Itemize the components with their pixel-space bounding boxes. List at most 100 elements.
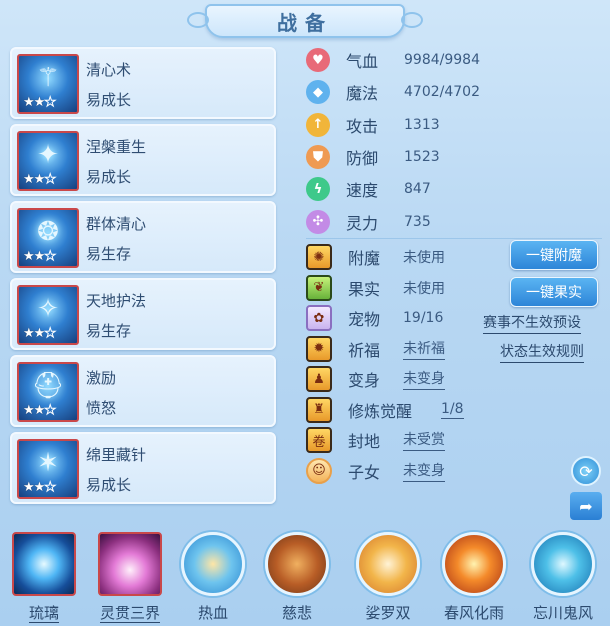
bottom-slot-label: 琉璃 [28,604,59,623]
skill-type: 易成长 [86,168,132,186]
skill-row[interactable]: ⚚ ★★★ 清心术 易成长 [10,47,276,119]
skill-name: 天地护法 [86,292,147,310]
attribute-label: 封地 [348,432,381,452]
attribute-row[interactable]: ☺ 子女 未变身 [306,456,606,487]
attribute-label: 修炼觉醒 [348,401,413,421]
heart-icon: ♥ [306,48,330,73]
stat-label: 防御 [346,149,379,169]
skill-type: 愤怒 [86,399,117,417]
phoenix-icon: ✦ ★★★ [17,131,79,191]
star-icon: ★ [33,326,46,341]
skill-type: 易生存 [86,322,132,340]
bridge-icon [265,532,329,596]
aura-icon: ❂ ★★★ [17,208,79,268]
lightning-icon: ϟ [306,177,330,202]
attribute-label: 宠物 [348,310,381,330]
skill-stars: ★★★ [23,326,57,342]
attribute-row[interactable]: ♜ 修炼觉醒 1/8 [306,395,606,426]
star-icon: ★ [23,403,35,418]
status-rules-link[interactable]: 状态生效规则 [500,341,584,363]
tournament-preset-link[interactable]: 赛事不生效预设 [483,312,581,334]
stat-value: 1523 [404,149,440,166]
attribute-row[interactable]: 卷 封地 未受赏 [306,425,606,456]
stat-value: 4702/4702 [404,84,480,101]
star-icon: ★ [44,172,57,188]
pagoda-icon [98,532,162,596]
skill-name: 清心术 [86,61,132,79]
share-icon[interactable]: ➦ [570,492,602,520]
wind-icon [531,532,595,596]
bottom-slot-label: 灵贯三界 [99,604,160,623]
shield-icon: ⛊ [306,145,330,170]
attribute-value[interactable]: 未祈福 [403,338,445,360]
star-icon: ★ [33,249,46,264]
stat-value: 9984/9984 [404,52,480,69]
star-icon: ★ [23,95,35,110]
bottom-slot[interactable]: 娑罗双 [347,528,429,626]
attribute-label: 变身 [348,371,381,391]
needle-icon: ✶ ★★★ [17,439,79,499]
attribute-label: 果实 [348,279,381,299]
staff-icon: ⚚ ★★★ [17,54,79,114]
star-icon: ★ [44,403,57,419]
bottom-slot[interactable]: 琉璃 [3,528,85,626]
attribute-value: 未使用 [403,280,445,297]
attribute-label: 附魔 [348,249,381,269]
skill-list: ⚚ ★★★ 清心术 易成长 ✦ ★★★ 涅槃重生 易成长 ❂ ★★★ 群体清心 … [10,47,276,509]
attribute-row[interactable]: ♟ 变身 未变身 [306,364,606,395]
skill-row[interactable]: ✶ ★★★ 绵里藏针 易成长 [10,432,276,504]
stats-divider [306,238,602,239]
attribute-value: 19/16 [403,310,444,327]
star-icon: ★ [44,326,57,342]
enchant-icon: ✺ [306,244,332,271]
attribute-value[interactable]: 未变身 [403,368,445,391]
mana-icon: ◆ [306,80,330,105]
sword-icon: ↑ [306,112,330,137]
skill-stars: ★★★ [23,249,57,265]
bottom-slot-label: 慈悲 [281,604,312,622]
one-click-fruit-button[interactable]: 一键果实 [510,277,598,307]
helmet-icon: ⛑ ★★★ [17,362,79,422]
skill-row[interactable]: ✧ ★★★ 天地护法 易生存 [10,278,276,350]
bottom-slot[interactable]: 慈悲 [256,528,338,626]
pray-icon: ✹ [306,335,332,362]
star-icon: ★ [33,403,46,418]
stat-label: 攻击 [346,116,379,136]
skill-name: 涅槃重生 [86,138,147,156]
bottom-slot[interactable]: 忘川鬼风 [522,528,604,626]
attribute-value[interactable]: 未变身 [403,460,445,482]
skill-row[interactable]: ❂ ★★★ 群体清心 易生存 [10,201,276,273]
pet-icon: ✿ [306,305,332,332]
bottom-slot[interactable]: 热血 [172,528,254,626]
skill-row[interactable]: ✦ ★★★ 涅槃重生 易成长 [10,124,276,196]
fruit-icon: ❦ [306,274,332,301]
one-click-enchant-button[interactable]: 一键附魔 [510,240,598,270]
stat-label: 灵力 [346,213,379,233]
skill-name: 激励 [86,369,117,387]
stat-label: 气血 [346,52,379,72]
bottom-slot-label: 娑罗双 [365,604,411,622]
attribute-label: 子女 [348,462,381,482]
star-icon: ★ [44,249,57,265]
bottom-slot-label: 忘川鬼风 [532,604,593,622]
refresh-icon[interactable]: ⟳ [571,456,601,486]
bottom-slot[interactable]: 灵贯三界 [89,528,171,626]
star-icon: ★ [44,480,57,496]
bottom-slot-label: 春风化雨 [443,604,504,622]
star-icon: ★ [33,172,46,187]
star-icon: ★ [33,480,46,495]
skill-type: 易生存 [86,245,132,263]
bottom-slot[interactable]: 春风化雨 [433,528,515,626]
attribute-value[interactable]: 1/8 [441,401,464,419]
stat-label: 速度 [346,181,379,201]
stat-row: ⛊ 防御 1523 [306,141,506,173]
skill-stars: ★★★ [23,95,56,111]
bottom-slot-label: 热血 [197,604,228,622]
hand-icon [356,532,420,596]
bottom-bar: 琉璃 灵贯三界 热血 慈悲 娑罗双 春风化雨 忘川鬼风 [0,528,610,626]
orb-icon [12,532,76,596]
attribute-value[interactable]: 未受赏 [403,429,445,452]
stat-row: ↑ 攻击 1313 [306,109,506,141]
skill-row[interactable]: ⛑ ★★★ 激励 愤怒 [10,355,276,427]
attribute-label: 祈福 [348,340,381,360]
